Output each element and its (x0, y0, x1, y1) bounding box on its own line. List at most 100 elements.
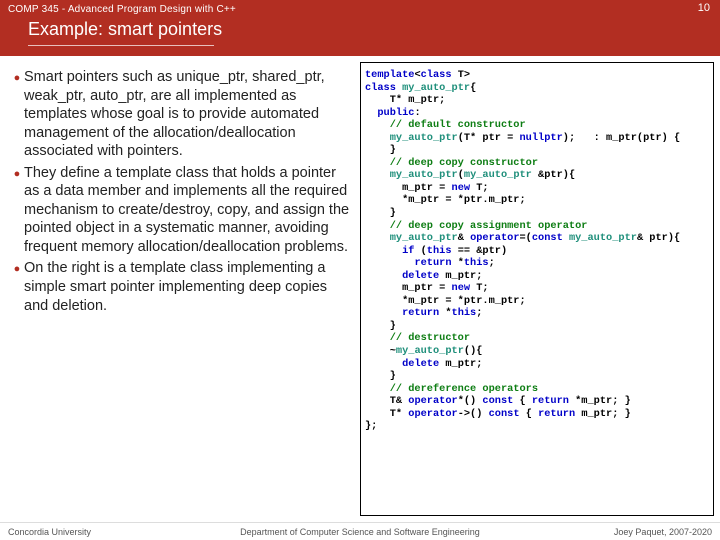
code-kw: public (377, 107, 414, 119)
code-txt (365, 307, 402, 319)
code-txt: m_ptr; (439, 358, 482, 370)
code-txt (365, 169, 390, 181)
code-txt: T> (452, 69, 471, 81)
code-txt (365, 358, 402, 370)
slide-title: Example: smart pointers (0, 15, 720, 40)
code-txt: &ptr){ (532, 169, 575, 181)
code-kw: return (532, 395, 569, 407)
code-kw: class (365, 82, 396, 94)
code-kw: return (402, 307, 439, 319)
code-txt: } (365, 207, 396, 219)
code-txt (365, 245, 402, 257)
code-block: template<class T> class my_auto_ptr{ T* … (360, 62, 714, 516)
code-kw: return (414, 257, 451, 269)
bullet-dot-icon: ● (10, 164, 24, 257)
code-type: my_auto_ptr (390, 232, 458, 244)
code-type: my_auto_ptr (569, 232, 637, 244)
code-kw: class (421, 69, 452, 81)
code-type: my_auto_ptr (464, 169, 532, 181)
bullet-item: ● Smart pointers such as unique_ptr, sha… (10, 68, 354, 161)
code-comment: // deep copy assignment operator (365, 220, 587, 232)
code-comment: // dereference operators (365, 383, 538, 395)
bullet-dot-icon: ● (10, 259, 24, 315)
code-txt: * (439, 307, 451, 319)
title-underline (28, 45, 214, 46)
code-kw: delete (402, 270, 439, 282)
code-txt: *m_ptr = *ptr.m_ptr; (365, 194, 526, 206)
code-txt: (){ (464, 345, 483, 357)
bullet-item: ● They define a template class that hold… (10, 164, 354, 257)
code-txt: *() (458, 395, 483, 407)
code-txt: *m_ptr = *ptr.m_ptr; (365, 295, 526, 307)
code-txt: ); : m_ptr(ptr) { (563, 132, 680, 144)
code-kw: this (452, 307, 477, 319)
code-txt: T& (365, 395, 408, 407)
code-type: my_auto_ptr (390, 169, 458, 181)
code-kw: return (538, 408, 575, 420)
code-comment: // default constructor (365, 119, 526, 131)
code-kw: this (427, 245, 452, 257)
code-txt (365, 232, 390, 244)
code-txt: } (365, 144, 396, 156)
code-txt: ( (414, 245, 426, 257)
code-txt: ; (489, 257, 495, 269)
code-txt: } (365, 320, 396, 332)
code-kw: const (482, 395, 513, 407)
code-txt: { (513, 395, 532, 407)
page-number: 10 (698, 2, 710, 14)
code-txt (365, 270, 402, 282)
code-txt: *m_ptr; } (569, 395, 631, 407)
code-txt: m_ptr; (439, 270, 482, 282)
code-txt: ->() (458, 408, 489, 420)
code-kw: this (464, 257, 489, 269)
code-txt: & (458, 232, 470, 244)
code-txt: { (470, 82, 476, 94)
code-kw: operator (470, 232, 519, 244)
code-txt: (T* ptr = (458, 132, 520, 144)
code-txt: T; (470, 182, 489, 194)
bullet-item: ● On the right is a template class imple… (10, 259, 354, 315)
code-kw: new (452, 282, 471, 294)
code-kw: nullptr (520, 132, 563, 144)
code-txt (365, 257, 414, 269)
code-comment: // deep copy constructor (365, 157, 538, 169)
code-txt: { (520, 408, 539, 420)
slide-footer: Concordia University Department of Compu… (0, 522, 720, 540)
code-txt (365, 132, 390, 144)
code-txt: ; (476, 307, 482, 319)
code-kw: template (365, 69, 414, 81)
code-type: my_auto_ptr (402, 82, 470, 94)
course-label: COMP 345 - Advanced Program Design with … (0, 0, 720, 15)
code-type: my_auto_ptr (396, 345, 464, 357)
code-txt: m_ptr = (365, 182, 452, 194)
code-type: my_auto_ptr (390, 132, 458, 144)
slide-header: COMP 345 - Advanced Program Design with … (0, 0, 720, 56)
footer-center: Department of Computer Science and Softw… (0, 527, 720, 537)
code-txt: m_ptr = (365, 282, 452, 294)
code-kw: delete (402, 358, 439, 370)
code-txt: * (452, 257, 464, 269)
bullet-text: Smart pointers such as unique_ptr, share… (24, 68, 354, 161)
code-txt: ~ (365, 345, 396, 357)
code-txt: }; (365, 420, 377, 432)
code-kw: operator (408, 408, 457, 420)
code-txt: T* m_ptr; (365, 94, 445, 106)
code-txt: : (414, 107, 420, 119)
code-txt: & ptr){ (637, 232, 680, 244)
code-txt: T; (470, 282, 489, 294)
code-kw: if (402, 245, 414, 257)
code-kw: new (452, 182, 471, 194)
code-kw: const (532, 232, 563, 244)
code-txt: T* (365, 408, 408, 420)
code-kw: operator (408, 395, 457, 407)
code-txt: =( (520, 232, 532, 244)
code-txt: m_ptr; } (575, 408, 631, 420)
bullet-text: On the right is a template class impleme… (24, 259, 354, 315)
bullet-column: ● Smart pointers such as unique_ptr, sha… (6, 62, 360, 516)
bullet-dot-icon: ● (10, 68, 24, 161)
code-txt: == &ptr) (452, 245, 508, 257)
slide-content: ● Smart pointers such as unique_ptr, sha… (0, 56, 720, 516)
code-comment: // destructor (365, 332, 470, 344)
code-kw: const (489, 408, 520, 420)
code-txt: } (365, 370, 396, 382)
